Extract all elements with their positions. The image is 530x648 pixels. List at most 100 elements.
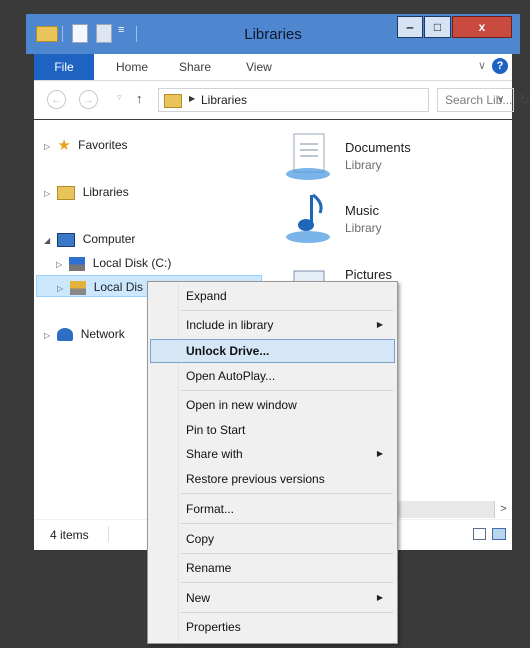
menu-item-label: Unlock Drive... <box>186 344 270 358</box>
nav-item-label: Local Disk (C:) <box>92 256 172 270</box>
ribbon-tabs: File Home Share View ∨ ? <box>34 54 512 81</box>
menu-separator <box>181 390 393 391</box>
back-button[interactable]: ← <box>47 90 66 109</box>
menu-item-label: Properties <box>186 620 241 634</box>
library-documents[interactable]: Documents Library <box>262 130 512 190</box>
scroll-right-button[interactable]: > <box>494 501 512 518</box>
library-name: Music <box>345 203 379 218</box>
expand-icon[interactable]: ▷ <box>44 183 54 205</box>
menu-item-expand[interactable]: Expand <box>150 284 395 308</box>
address-row: ← → ▿ ↑ ▶ Libraries ∨ ↻ Search Lib... <box>34 81 530 119</box>
library-name: Documents <box>345 140 411 155</box>
drive-icon <box>69 256 86 271</box>
menu-item-label: Share with <box>186 447 243 461</box>
menu-item-label: New <box>186 591 211 605</box>
breadcrumb[interactable]: Libraries <box>201 93 247 107</box>
menu-separator <box>181 310 393 311</box>
menu-item-label: Restore previous versions <box>186 472 325 486</box>
library-type: Library <box>345 221 382 235</box>
separator <box>108 526 109 542</box>
close-button[interactable]: x <box>452 16 512 38</box>
expand-icon[interactable]: ▷ <box>44 325 54 347</box>
menu-item-pin-to-start[interactable]: Pin to Start <box>150 418 395 442</box>
tab-home[interactable]: Home <box>116 54 148 80</box>
collapse-icon[interactable]: ◢ <box>44 230 54 252</box>
item-count: 4 items <box>50 528 89 542</box>
menu-item-label: Open in new window <box>186 398 297 412</box>
library-name: Pictures <box>345 267 392 282</box>
forward-button[interactable]: → <box>79 90 98 109</box>
library-type: Library <box>345 158 382 172</box>
up-button[interactable]: ↑ <box>136 91 143 106</box>
nav-item-local-disk-c[interactable]: ▷ Local Disk (C:) <box>56 252 171 274</box>
libraries-icon <box>57 185 76 200</box>
expand-ribbon-icon[interactable]: ∨ <box>478 59 486 72</box>
horizontal-scrollbar[interactable]: > <box>396 501 512 518</box>
tab-share[interactable]: Share <box>179 54 211 80</box>
menu-item-copy[interactable]: Copy <box>150 527 395 551</box>
documents-icon <box>286 133 330 180</box>
nav-item-label: Computer <box>82 232 136 246</box>
nav-item-computer[interactable]: ◢ Computer <box>44 228 135 250</box>
menu-item-label: Pin to Start <box>186 423 246 437</box>
menu-item-unlock-drive[interactable]: Unlock Drive... <box>150 339 395 363</box>
address-bar[interactable]: ▶ Libraries ∨ ↻ <box>158 88 530 112</box>
library-music[interactable]: Music Library <box>262 193 512 253</box>
recent-locations-icon[interactable]: ▿ <box>117 92 122 103</box>
customize-toolbar-icon[interactable]: ≡ <box>118 24 124 36</box>
refresh-icon[interactable]: ↻ <box>519 92 530 108</box>
expand-icon[interactable]: ▷ <box>44 136 54 158</box>
nav-item-libraries[interactable]: ▷ Libraries <box>44 181 129 203</box>
menu-item-label: Include in library <box>186 318 274 332</box>
new-folder-icon[interactable] <box>96 24 112 43</box>
menu-item-share-with[interactable]: Share with ▶ <box>150 442 395 466</box>
menu-item-label: Expand <box>186 289 227 303</box>
help-icon[interactable]: ? <box>492 58 508 74</box>
nav-item-label: Network <box>80 327 125 341</box>
tab-file[interactable]: File <box>34 54 94 80</box>
breadcrumb-arrow-icon[interactable]: ▶ <box>189 94 195 103</box>
menu-separator <box>181 523 393 524</box>
menu-item-new[interactable]: New ▶ <box>150 586 395 610</box>
menu-item-label: Rename <box>186 561 232 575</box>
menu-item-properties[interactable]: Properties <box>150 615 395 639</box>
large-icons-view-icon[interactable] <box>492 528 506 540</box>
nav-item-label: Libraries <box>82 185 129 199</box>
nav-item-label: Favorites <box>78 138 128 152</box>
menu-item-label: Copy <box>186 532 215 546</box>
locked-drive-icon <box>70 280 87 295</box>
submenu-arrow-icon: ▶ <box>376 449 383 458</box>
network-icon <box>57 328 74 342</box>
menu-item-include-in-library[interactable]: Include in library ▶ <box>150 313 395 337</box>
menu-item-format[interactable]: Format... <box>150 497 395 521</box>
separator <box>62 26 63 42</box>
menu-separator <box>181 493 393 494</box>
submenu-arrow-icon: ▶ <box>376 593 383 602</box>
tab-view[interactable]: View <box>246 54 272 80</box>
menu-item-rename[interactable]: Rename <box>150 556 395 580</box>
computer-icon <box>57 232 76 247</box>
menu-separator <box>181 612 393 613</box>
star-icon: ★ <box>57 136 71 154</box>
properties-icon[interactable] <box>72 24 88 43</box>
minimize-button[interactable]: ‒ <box>397 16 423 38</box>
details-view-icon[interactable] <box>473 528 486 540</box>
nav-item-label: Local Dis <box>93 280 144 294</box>
folder-icon <box>164 94 182 108</box>
nav-item-favorites[interactable]: ▷ ★ Favorites <box>44 134 128 156</box>
menu-item-open-new-window[interactable]: Open in new window <box>150 393 395 417</box>
nav-item-network[interactable]: ▷ Network <box>44 323 125 345</box>
maximize-button[interactable]: □ <box>424 16 451 38</box>
menu-item-label: Format... <box>186 502 235 516</box>
search-input[interactable]: Search Lib... <box>437 88 514 112</box>
folder-icon <box>36 26 58 42</box>
expand-icon[interactable]: ▷ <box>56 254 66 276</box>
menu-separator <box>181 553 393 554</box>
menu-item-open-autoplay[interactable]: Open AutoPlay... <box>150 364 395 388</box>
menu-item-restore-previous-versions[interactable]: Restore previous versions <box>150 467 395 491</box>
separator <box>136 26 137 42</box>
expand-icon[interactable]: ▷ <box>57 278 67 300</box>
menu-separator <box>181 582 393 583</box>
menu-item-label: Open AutoPlay... <box>186 369 276 383</box>
music-icon <box>286 193 330 243</box>
